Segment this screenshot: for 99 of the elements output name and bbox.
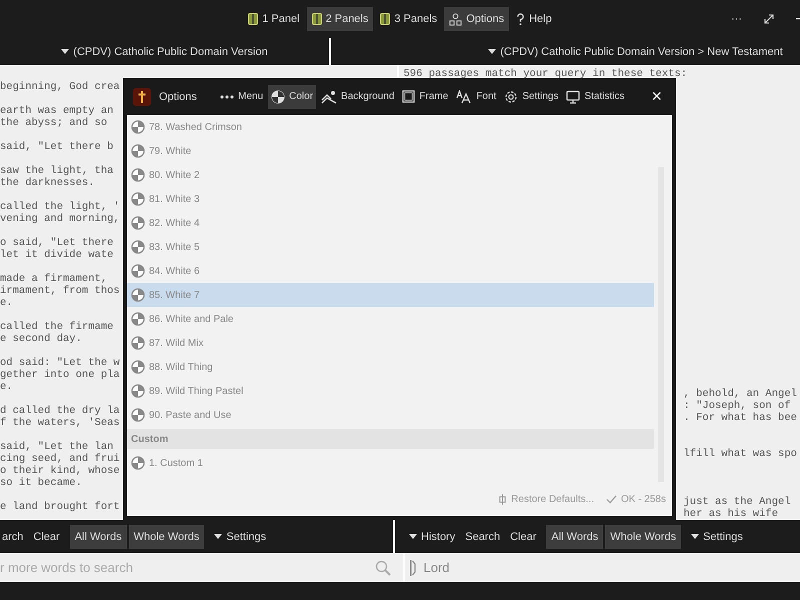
- verse-line: e second day.: [0, 333, 82, 345]
- palette-icon: [131, 456, 145, 470]
- palette-icon: [131, 360, 145, 374]
- version-dropdown[interactable]: (CPDV) Catholic Public Domain Version: [61, 46, 268, 58]
- caret-icon: [488, 49, 496, 54]
- toolbar-button[interactable]: Clear: [510, 530, 536, 542]
- caret-icon: [214, 534, 222, 539]
- verse-line: just as the Angel: [684, 496, 791, 508]
- palette-icon: [131, 384, 145, 398]
- verse-line: earth was empty an: [0, 105, 114, 117]
- check-icon: [606, 495, 617, 504]
- caret-icon: [61, 49, 70, 54]
- close-button[interactable]: ×: [651, 86, 662, 107]
- options-tab[interactable]: Color: [268, 84, 316, 108]
- verse-line: beginning, God crea: [0, 81, 120, 93]
- toggle-button[interactable]: All Words: [70, 524, 127, 548]
- options-icon: [449, 12, 462, 26]
- palette-icon: [131, 264, 145, 278]
- toolbar-button[interactable]: 1 Panel: [243, 7, 305, 31]
- verse-line: e land brought fort: [0, 501, 120, 513]
- verse-line: lfill what was spo: [684, 448, 797, 460]
- verse-line: the abyss; and so: [0, 117, 108, 129]
- options-tab[interactable]: Background: [318, 84, 398, 108]
- toggle-button[interactable]: Whole Words: [605, 524, 682, 548]
- dropdown-button[interactable]: Settings: [691, 530, 743, 542]
- frame-icon: [402, 90, 416, 103]
- caret-icon: [691, 534, 700, 539]
- verse-line: said, "Let there b: [0, 141, 114, 153]
- options-tab[interactable]: Settings: [501, 84, 562, 108]
- palette-icon: [131, 120, 145, 134]
- toolbar-button[interactable]: 3 Panels: [375, 7, 442, 31]
- palette-icon: [131, 408, 145, 422]
- cursor-icon: [410, 560, 416, 576]
- restore-icon: [498, 493, 508, 506]
- verse-line: : "Joseph, son of: [684, 400, 791, 412]
- verse-line: made a firmament,: [0, 273, 108, 285]
- verse-line: d called the dry la: [0, 405, 120, 417]
- palette-icon: [131, 336, 145, 350]
- verse-line: . For what has bee: [684, 412, 797, 424]
- palette-icon: [131, 240, 145, 254]
- palette-icon: [131, 312, 145, 326]
- palette-icon: [271, 90, 286, 104]
- palette-icon: [131, 216, 145, 230]
- toggle-button[interactable]: All Words: [546, 524, 604, 548]
- verse-line: e.: [0, 381, 13, 393]
- panel-icon: [312, 13, 322, 25]
- verse-line: the darknesses.: [0, 177, 95, 189]
- verse-line: saw the light, tha: [0, 165, 114, 177]
- settings-icon: [504, 90, 518, 104]
- toolbar-button[interactable]: Clear: [33, 530, 60, 542]
- section-header: Custom: [127, 429, 654, 449]
- verse-line: od said: "Let the w: [0, 357, 120, 369]
- dialog-title: Options: [159, 90, 197, 102]
- options-tab[interactable]: Menu: [217, 84, 266, 108]
- options-tab[interactable]: Frame: [399, 84, 452, 108]
- version-dropdown[interactable]: (CPDV) Catholic Public Domain Version > New Testament: [488, 46, 783, 58]
- palette-icon: [131, 168, 145, 182]
- verse-line: o their kind, whose: [0, 465, 120, 477]
- options-tab[interactable]: Font: [453, 84, 500, 108]
- palette-icon: [131, 288, 145, 302]
- palette-icon: [131, 144, 145, 158]
- verse-line: cing seed, and frui: [0, 453, 120, 465]
- verse-line: e.: [0, 297, 13, 309]
- more-button[interactable]: ···: [731, 13, 742, 25]
- landscape-icon: [321, 90, 338, 104]
- caret-icon: [409, 534, 417, 539]
- font-icon: [456, 90, 472, 104]
- verse-line: o said, "Let there: [0, 237, 114, 249]
- verse-line: , behold, an Angel: [684, 388, 797, 400]
- more-icon: [220, 94, 234, 98]
- search-bar[interactable]: r more words to search: [0, 553, 404, 582]
- results-summary: 596 passages match your query in these texts:: [404, 68, 688, 80]
- expand-icon[interactable]: [764, 14, 774, 24]
- verse-line: irmament, from thos: [0, 285, 120, 297]
- toggle-button[interactable]: Whole Words: [128, 524, 204, 548]
- toolbar-button[interactable]: Options: [444, 7, 510, 31]
- verse-line: her as his wife: [684, 508, 778, 520]
- verse-line: called the light, ': [0, 201, 120, 213]
- panel-icon: [380, 13, 390, 25]
- toolbar-button[interactable]: 2 Panels: [306, 7, 374, 31]
- verse-line: let it divide wate: [0, 249, 114, 261]
- toolbar-button[interactable]: Help: [511, 7, 557, 31]
- search-field[interactable]: r more words to search: [0, 559, 374, 576]
- monitor-icon: [566, 90, 580, 104]
- verse-line: called the firmame: [0, 321, 114, 333]
- verse-line: f the waters, 'Seas: [0, 417, 120, 429]
- options-tab[interactable]: Statistics: [563, 84, 628, 108]
- help-icon: [516, 12, 526, 26]
- verse-line: gether into one pla: [0, 369, 120, 381]
- dropdown-button[interactable]: History: [409, 530, 456, 542]
- cross-logo-icon: [133, 88, 151, 106]
- toolbar-button[interactable]: Search: [465, 530, 500, 542]
- panel-icon: [248, 13, 258, 25]
- palette-icon: [131, 192, 145, 206]
- toolbar-button[interactable]: arch: [2, 530, 24, 542]
- verse-line: vening and morning,: [0, 213, 120, 225]
- verse-line: so it became.: [0, 477, 82, 489]
- verse-line: said, "Let the lan: [0, 441, 114, 453]
- dropdown-button[interactable]: Settings: [214, 530, 266, 542]
